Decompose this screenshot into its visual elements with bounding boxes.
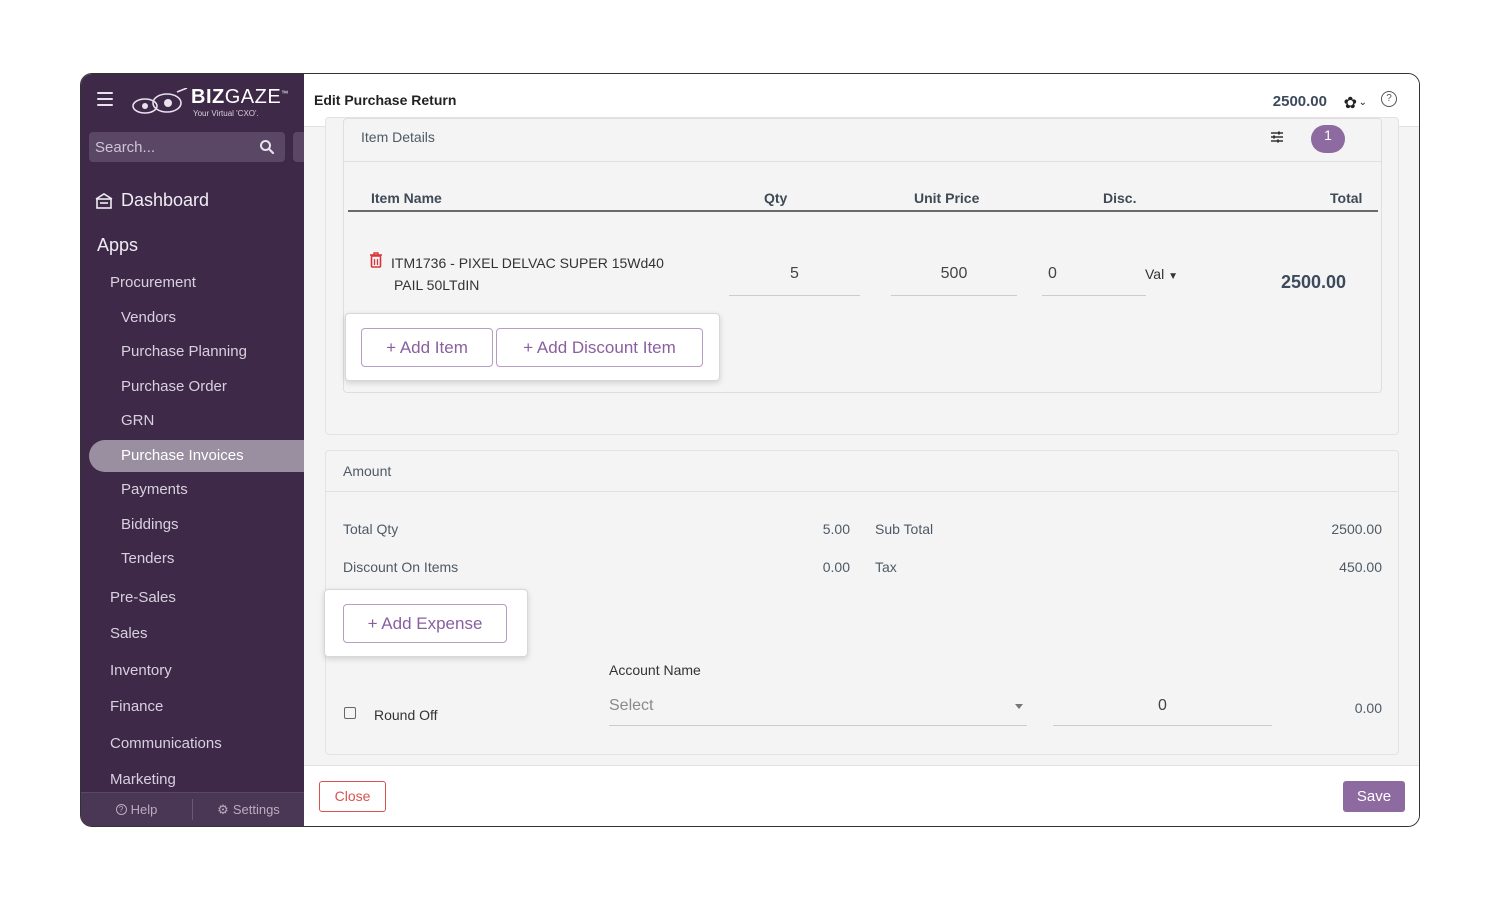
- amount-title: Amount: [343, 463, 392, 479]
- disc-input[interactable]: 0: [1042, 264, 1146, 296]
- nav-dashboard[interactable]: Dashboard: [95, 190, 209, 211]
- app-window: BIZGAZE™ Your Virtual 'CXO'. Dashboard A…: [80, 73, 1420, 827]
- chevron-down-icon[interactable]: ⌄: [1359, 97, 1367, 108]
- add-expense-button[interactable]: + Add Expense: [343, 604, 507, 643]
- chevron-down-icon: ▼: [1168, 271, 1178, 282]
- sidebar: BIZGAZE™ Your Virtual 'CXO'. Dashboard A…: [81, 74, 309, 826]
- logo-tagline: Your Virtual 'CXO'.: [193, 109, 259, 118]
- sidebar-item-grn[interactable]: GRN: [121, 412, 154, 429]
- discount-value: 0.00: [822, 559, 850, 575]
- trash-icon[interactable]: [368, 251, 384, 269]
- divider: [344, 161, 1381, 162]
- help-link[interactable]: ? Help: [81, 793, 192, 826]
- page-title: Edit Purchase Return: [314, 92, 457, 108]
- help-icon[interactable]: ?: [1381, 91, 1397, 107]
- close-button[interactable]: Close: [319, 781, 386, 812]
- sidebar-item-tenders[interactable]: Tenders: [121, 550, 174, 567]
- account-select[interactable]: Select: [609, 691, 1027, 726]
- header-amount: 2500.00: [1272, 93, 1327, 110]
- round-off-input[interactable]: 0: [1053, 691, 1272, 726]
- col-item-name: Item Name: [371, 190, 442, 206]
- round-off-value: 0.00: [1354, 700, 1382, 716]
- round-off-checkbox[interactable]: [344, 707, 356, 719]
- dashboard-icon: [95, 192, 113, 209]
- sidebar-item-procurement[interactable]: Procurement: [110, 274, 196, 291]
- col-disc: Disc.: [1103, 190, 1137, 206]
- sidebar-item-marketing[interactable]: Marketing: [110, 771, 176, 788]
- round-off-label: Round Off: [374, 707, 438, 723]
- account-name-label: Account Name: [609, 662, 701, 678]
- item-details-title: Item Details: [361, 129, 435, 145]
- add-expense-popover: + Add Expense: [324, 589, 528, 657]
- logo[interactable]: BIZGAZE™ Your Virtual 'CXO'.: [131, 86, 291, 120]
- sidebar-item-purchase-planning[interactable]: Purchase Planning: [121, 343, 247, 360]
- settings-icon: ⚙: [217, 801, 229, 817]
- search-side-button[interactable]: [293, 132, 304, 162]
- settings-link[interactable]: ⚙ Settings: [193, 793, 304, 826]
- sub-total-value: 2500.00: [1331, 521, 1382, 537]
- logo-icon: [132, 88, 188, 114]
- disc-type-select[interactable]: Val ▼: [1145, 266, 1178, 282]
- item-name: ITM1736 - PIXEL DELVAC SUPER 15Wd40 PAIL…: [391, 255, 664, 293]
- logo-text: BIZGAZE™: [191, 86, 289, 108]
- col-total: Total: [1330, 190, 1363, 206]
- total-qty-label: Total Qty: [343, 521, 399, 537]
- sidebar-item-payments[interactable]: Payments: [121, 481, 188, 498]
- tax-value: 450.00: [1339, 559, 1382, 575]
- hamburger-icon[interactable]: [97, 92, 113, 106]
- nav-apps[interactable]: Apps: [97, 235, 138, 256]
- caret-down-icon: [1015, 704, 1023, 709]
- search-input[interactable]: [95, 132, 255, 162]
- sidebar-item-communications[interactable]: Communications: [110, 735, 222, 752]
- discount-label: Discount On Items: [343, 559, 459, 575]
- row-total: 2500.00: [1281, 272, 1347, 292]
- main-content: Item Details 1 Item Name Qty Unit Price …: [304, 117, 1419, 765]
- sidebar-item-sales[interactable]: Sales: [110, 625, 148, 642]
- sidebar-footer: ? Help ⚙ Settings: [81, 792, 304, 826]
- sidebar-item-inventory[interactable]: Inventory: [110, 662, 172, 679]
- sidebar-top: BIZGAZE™ Your Virtual 'CXO'.: [81, 74, 304, 128]
- nav-dashboard-label: Dashboard: [121, 190, 210, 210]
- add-item-button[interactable]: + Add Item: [361, 328, 493, 367]
- sub-total-label: Sub Total: [875, 521, 934, 537]
- save-button[interactable]: Save: [1343, 781, 1405, 812]
- help-circle-icon: ?: [115, 804, 127, 815]
- total-qty-value: 5.00: [822, 521, 850, 537]
- filter-icon[interactable]: [1270, 130, 1284, 144]
- add-item-popover: + Add Item + Add Discount Item: [345, 313, 720, 381]
- add-discount-item-button[interactable]: + Add Discount Item: [496, 328, 703, 367]
- amount-card: Amount Total Qty 5.00 Sub Total 2500.00 …: [324, 450, 1399, 755]
- footer-bar: Close Save: [304, 765, 1419, 826]
- sidebar-item-purchase-order[interactable]: Purchase Order: [121, 378, 227, 395]
- sidebar-item-finance[interactable]: Finance: [110, 698, 163, 715]
- unit-price-input[interactable]: 500: [891, 264, 1017, 296]
- sidebar-item-vendors[interactable]: Vendors: [121, 309, 176, 326]
- qty-input[interactable]: 5: [729, 264, 860, 296]
- search-box: [89, 132, 285, 162]
- sidebar-item-pre-sales[interactable]: Pre-Sales: [110, 589, 176, 606]
- col-qty: Qty: [764, 190, 788, 206]
- item-count-badge: 1: [1311, 125, 1345, 153]
- col-unit-price: Unit Price: [914, 190, 980, 206]
- item-details-card: Item Details 1 Item Name Qty Unit Price …: [325, 117, 1399, 435]
- divider: [326, 491, 1398, 492]
- header-underline: [348, 210, 1378, 212]
- search-icon[interactable]: [259, 139, 275, 155]
- sidebar-item-purchase-invoices[interactable]: Purchase Invoices: [121, 447, 244, 464]
- items-box: Item Details 1 Item Name Qty Unit Price …: [343, 118, 1382, 393]
- gear-icon[interactable]: ✿: [1344, 93, 1357, 113]
- sidebar-item-biddings[interactable]: Biddings: [121, 516, 179, 533]
- tax-label: Tax: [875, 559, 897, 575]
